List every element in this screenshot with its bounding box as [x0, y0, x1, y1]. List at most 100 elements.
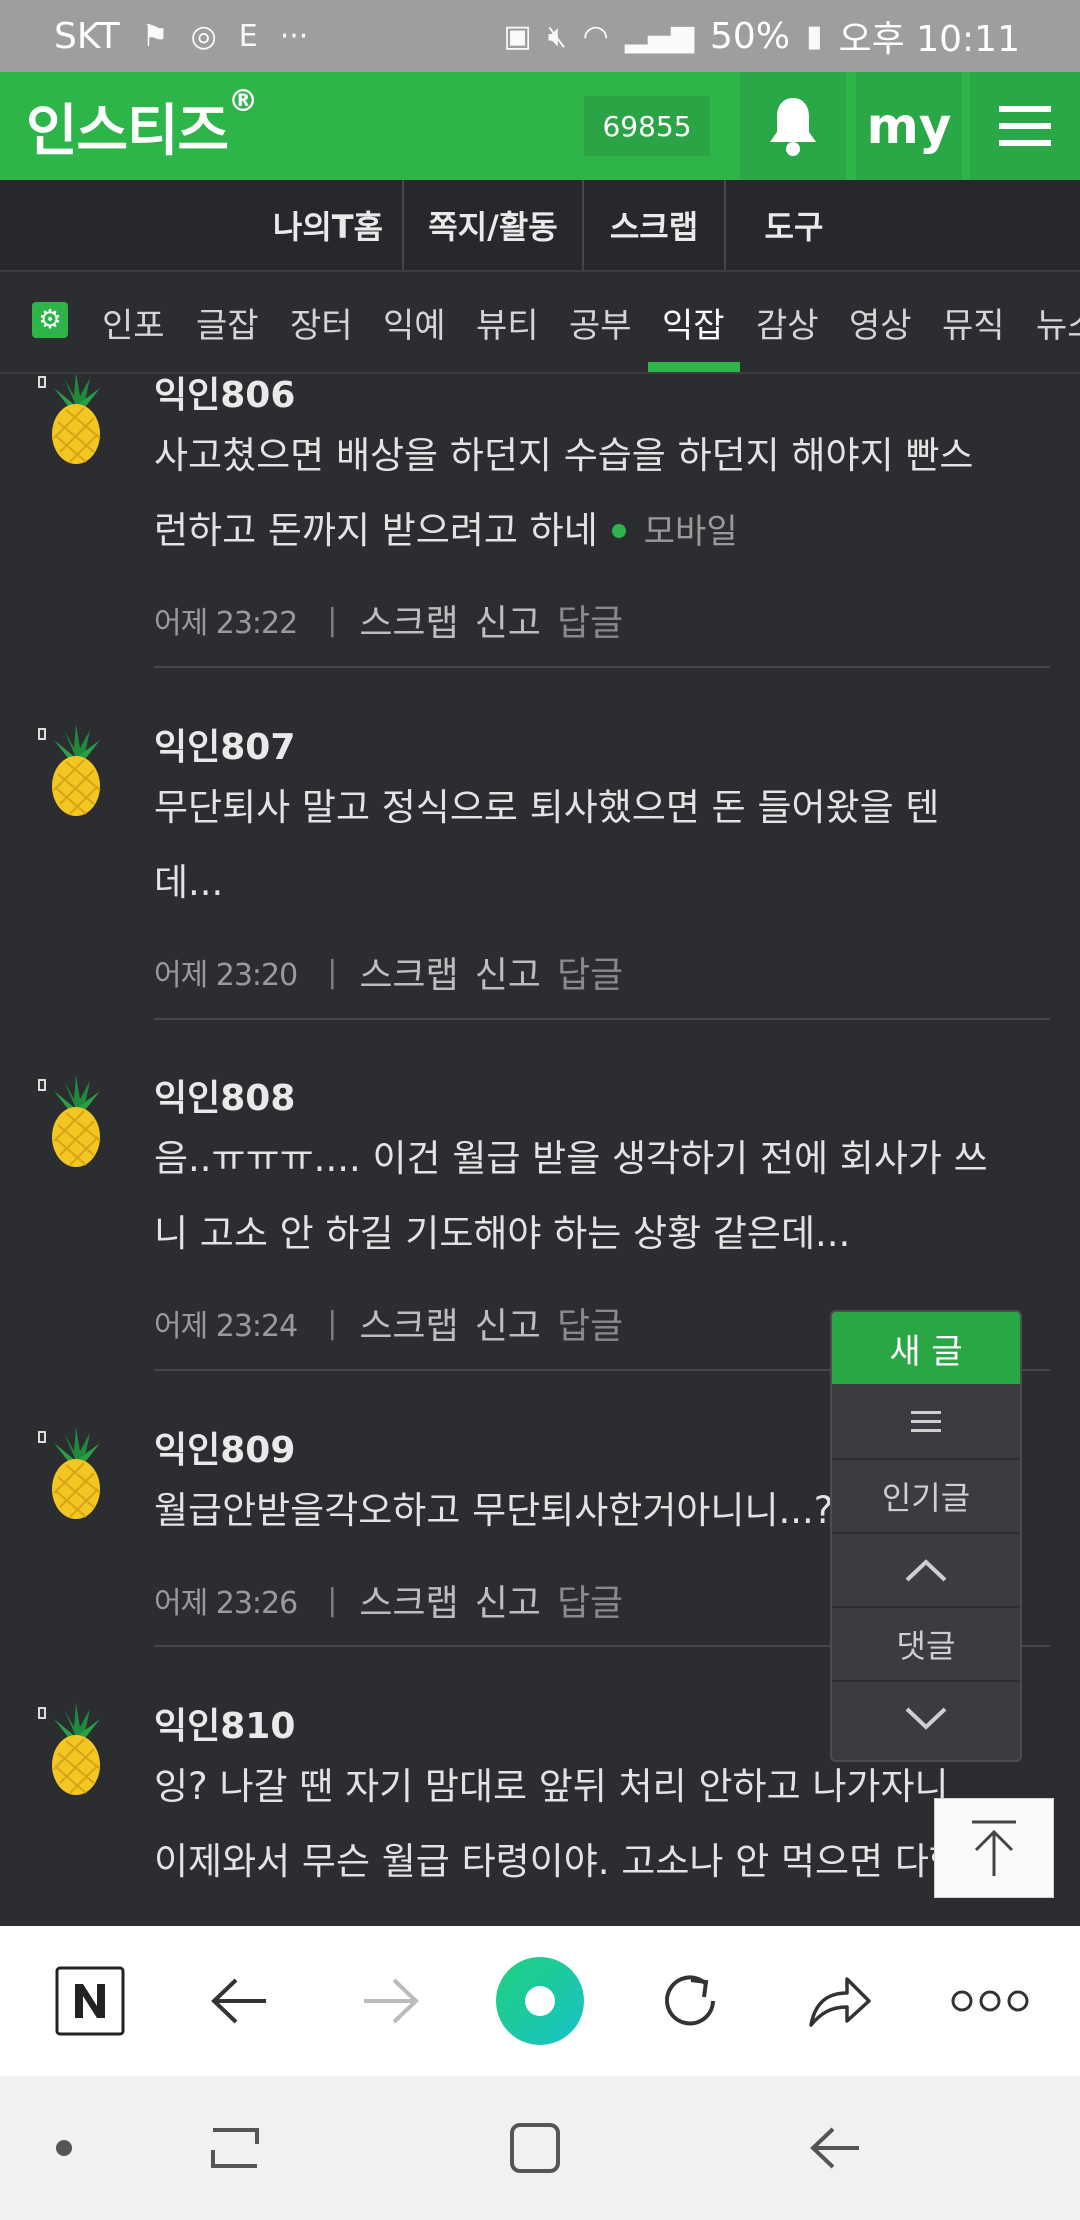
comment-author[interactable]: 익인810: [154, 1697, 295, 1749]
comment-time: 어제 23:24: [154, 1309, 298, 1344]
comment-text: 무단퇴사 말고 정식으로 퇴사했으면 돈 들어왔을 텐 데...: [154, 786, 940, 904]
hamburger-icon: [999, 106, 1051, 146]
dot-icon: [56, 2140, 72, 2156]
battery-icon: ▮: [806, 18, 823, 54]
battery-saver-icon: ▣: [503, 18, 532, 54]
comment-meta: 어제 23:22 | 스크랩 신고 답글: [154, 594, 623, 646]
scrap-button[interactable]: 스크랩: [359, 1297, 458, 1349]
my-button[interactable]: my: [856, 72, 962, 180]
browser-toolbar: [0, 1926, 1080, 2076]
mute-icon: 🔇︎: [547, 18, 567, 54]
forward-button[interactable]: [330, 1926, 450, 2076]
more-dots-icon: ···: [279, 18, 309, 54]
active-tab-indicator: [648, 362, 740, 372]
comment-time: 어제 23:20: [154, 958, 298, 993]
settings-icon[interactable]: ⚙: [32, 302, 68, 338]
arrow-left-icon: [211, 1978, 266, 2024]
green-dot-button[interactable]: [480, 1926, 600, 2076]
mobile-dot-icon: [611, 523, 626, 538]
category-entertainment[interactable]: 익예: [383, 298, 446, 347]
reply-button[interactable]: 답글: [557, 1297, 623, 1349]
comment-text: 잉? 나갈 땐 자기 맘대로 앞뒤 처리 안하고 나가자니 이제와서 무슨 월급…: [154, 1765, 963, 1883]
home-square-icon: [510, 2123, 560, 2173]
scrap-button[interactable]: 스크랩: [359, 946, 458, 998]
comment-author[interactable]: 익인807: [154, 718, 295, 770]
comment-author[interactable]: 익인809: [154, 1421, 295, 1473]
notification-button[interactable]: [740, 72, 846, 180]
category-review[interactable]: 감상: [756, 298, 819, 347]
report-button[interactable]: 신고: [475, 1574, 541, 1626]
report-button[interactable]: 신고: [475, 946, 541, 998]
share-arrow-icon: [809, 1977, 871, 2027]
comment-time: 어제 23:26: [154, 1586, 298, 1621]
recent-apps-button[interactable]: [180, 2076, 290, 2220]
category-navigation: ⚙ 인포 글잡 장터 익예 뷰티 공부 익잡 감상 영상 뮤직 뉴스: [0, 272, 1080, 374]
category-misc-active[interactable]: 익잡: [662, 298, 725, 347]
report-button[interactable]: 신고: [475, 1297, 541, 1349]
report-button[interactable]: 신고: [475, 594, 541, 646]
reply-button[interactable]: 답글: [557, 594, 623, 646]
bell-icon: [770, 98, 816, 156]
more-options-button[interactable]: [930, 1926, 1050, 2076]
reply-button[interactable]: 답글: [557, 1574, 623, 1626]
sub-navigation: 나의T홈 쪽지/활동 스크랩 도구: [0, 180, 1080, 272]
green-circle-icon: [496, 1957, 584, 2045]
category-study[interactable]: 공부: [569, 298, 632, 347]
comment-divider: [154, 1018, 1050, 1020]
category-market[interactable]: 장터: [290, 298, 353, 347]
comment-divider: [154, 666, 1050, 668]
battery-percent: 50%: [710, 15, 791, 57]
comment-meta: 어제 23:24 | 스크랩 신고 답글: [154, 1297, 623, 1349]
refresh-icon: [665, 1975, 715, 2026]
status-bar: SKT ⚑ ◎ E ··· ▣ 🔇︎ ◠ ▂▄▆ 50% ▮ 오후 10:11: [0, 0, 1080, 72]
naver-home-button[interactable]: [30, 1926, 150, 2076]
more-dots-icon: [951, 1990, 1029, 2012]
menu-button[interactable]: [970, 72, 1080, 180]
signal-icon: ▂▄▆: [624, 18, 695, 54]
share-button[interactable]: [780, 1926, 900, 2076]
carrier-label: SKT: [54, 15, 120, 57]
tab-messages[interactable]: 쪽지/활동: [404, 180, 582, 270]
category-beauty[interactable]: 뷰티: [476, 298, 539, 347]
comment-author[interactable]: 익인808: [154, 1069, 295, 1121]
category-info[interactable]: 인포: [102, 298, 165, 347]
comment-author[interactable]: 익인806: [154, 374, 295, 418]
comment-meta: 어제 23:20 | 스크랩 신고 답글: [154, 946, 623, 998]
system-back-button[interactable]: [780, 2076, 890, 2220]
category-news[interactable]: 뉴스: [1036, 298, 1080, 347]
home-button[interactable]: [480, 2076, 590, 2220]
back-button[interactable]: [180, 1926, 300, 2076]
new-post-button[interactable]: 새 글: [832, 1312, 1020, 1384]
pineapple-avatar-icon: [38, 1075, 101, 1167]
tab-my-home[interactable]: 나의T홈: [254, 180, 402, 270]
list-icon: [911, 1411, 941, 1432]
list-button[interactable]: [832, 1386, 1020, 1458]
pineapple-avatar-icon: [38, 1427, 101, 1519]
scroll-down-button[interactable]: [832, 1682, 1020, 1756]
refresh-button[interactable]: [630, 1926, 750, 2076]
scrap-button[interactable]: 스크랩: [359, 594, 458, 646]
scroll-up-button[interactable]: [832, 1534, 1020, 1606]
category-writing[interactable]: 글잡: [196, 298, 259, 347]
category-video[interactable]: 영상: [849, 298, 912, 347]
scrap-button[interactable]: 스크랩: [359, 1574, 458, 1626]
arrow-right-icon: [364, 1978, 419, 2024]
comment-time: 어제 23:22: [154, 606, 298, 641]
nav-dot-button[interactable]: [24, 2076, 104, 2220]
tab-tools[interactable]: 도구: [726, 180, 862, 270]
mobile-tag: 모바일: [643, 512, 738, 552]
pineapple-avatar-icon: [38, 724, 101, 816]
popular-posts-button[interactable]: 인기글: [832, 1460, 1020, 1532]
pineapple-avatar-icon: [38, 1703, 101, 1795]
wifi-icon: ◠: [582, 18, 609, 54]
site-logo[interactable]: 인스티즈®: [26, 84, 258, 167]
clock: 오후 10:11: [838, 19, 1020, 60]
reply-button[interactable]: 답글: [557, 946, 623, 998]
category-music[interactable]: 뮤직: [942, 298, 1005, 347]
scroll-to-top-button[interactable]: [934, 1798, 1054, 1898]
visitor-count: 69855: [584, 96, 710, 156]
chevron-up-icon: [905, 1559, 947, 1582]
comments-jump-button[interactable]: 댓글: [832, 1608, 1020, 1680]
tab-scrap[interactable]: 스크랩: [584, 180, 724, 270]
site-header: 인스티즈® 69855 my: [0, 72, 1080, 180]
